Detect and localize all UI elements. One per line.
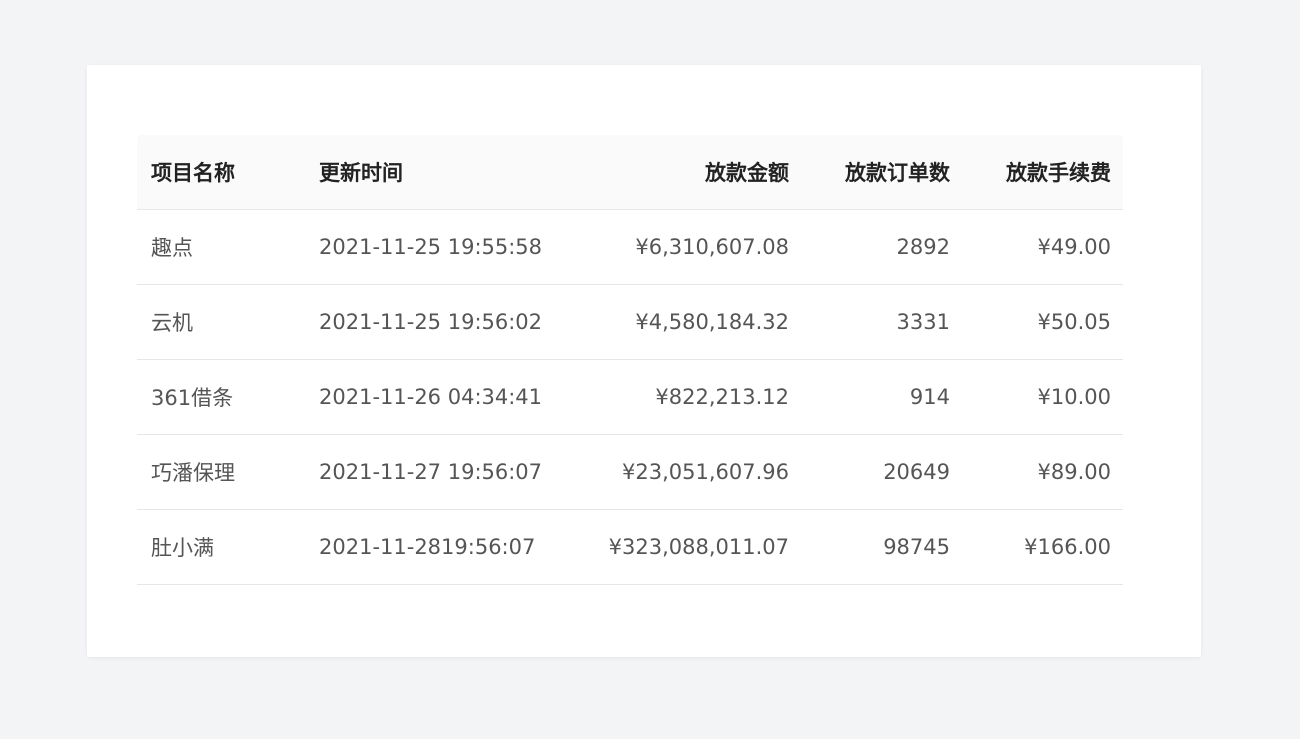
cell-update-time: 2021-11-2819:56:07	[319, 535, 536, 559]
table-row: 巧潘保理 2021-11-27 19:56:07 ¥23,051,607.96 …	[137, 435, 1123, 510]
cell-project-name: 云机	[151, 311, 193, 335]
cell-loan-amount: ¥822,213.12	[655, 385, 789, 409]
header-update-time: 更新时间	[319, 161, 403, 185]
cell-project-name: 肚小满	[151, 536, 214, 560]
cell-loan-fee: ¥10.00	[1037, 385, 1111, 409]
table-row: 361借条 2021-11-26 04:34:41 ¥822,213.12 91…	[137, 360, 1123, 435]
table-row: 趣点 2021-11-25 19:55:58 ¥6,310,607.08 289…	[137, 210, 1123, 285]
table-header: 项目名称 更新时间 放款金额 放款订单数 放款手续费	[137, 135, 1123, 210]
cell-project-name: 361借条	[151, 386, 234, 410]
cell-update-time: 2021-11-27 19:56:07	[319, 460, 543, 484]
cell-loan-amount: ¥4,580,184.32	[635, 310, 789, 334]
cell-loan-orders: 2892	[896, 235, 950, 259]
cell-project-name: 趣点	[151, 236, 193, 260]
cell-loan-orders: 3331	[896, 310, 950, 334]
cell-loan-orders: 914	[909, 385, 950, 409]
cell-update-time: 2021-11-26 04:34:41	[319, 385, 543, 409]
cell-loan-amount: ¥323,088,011.07	[608, 535, 789, 559]
cell-update-time: 2021-11-25 19:55:58	[319, 235, 543, 259]
header-project-name: 项目名称	[151, 161, 235, 185]
header-loan-orders: 放款订单数	[845, 161, 950, 185]
cell-loan-orders: 20649	[883, 460, 950, 484]
cell-loan-fee: ¥89.00	[1037, 460, 1111, 484]
header-loan-amount: 放款金额	[705, 161, 789, 185]
cell-loan-fee: ¥166.00	[1024, 535, 1111, 559]
table-card: 项目名称 更新时间 放款金额 放款订单数 放款手续费 趣点 2021-11-25…	[87, 65, 1201, 657]
cell-loan-amount: ¥6,310,607.08	[635, 235, 789, 259]
cell-loan-fee: ¥50.05	[1037, 310, 1111, 334]
cell-loan-amount: ¥23,051,607.96	[622, 460, 789, 484]
table-row: 云机 2021-11-25 19:56:02 ¥4,580,184.32 333…	[137, 285, 1123, 360]
header-loan-fee: 放款手续费	[1006, 161, 1111, 185]
cell-loan-orders: 98745	[883, 535, 950, 559]
cell-update-time: 2021-11-25 19:56:02	[319, 310, 543, 334]
cell-loan-fee: ¥49.00	[1037, 235, 1111, 259]
cell-project-name: 巧潘保理	[151, 461, 235, 485]
table-row: 肚小满 2021-11-2819:56:07 ¥323,088,011.07 9…	[137, 510, 1123, 585]
data-table: 项目名称 更新时间 放款金额 放款订单数 放款手续费 趣点 2021-11-25…	[137, 135, 1123, 585]
